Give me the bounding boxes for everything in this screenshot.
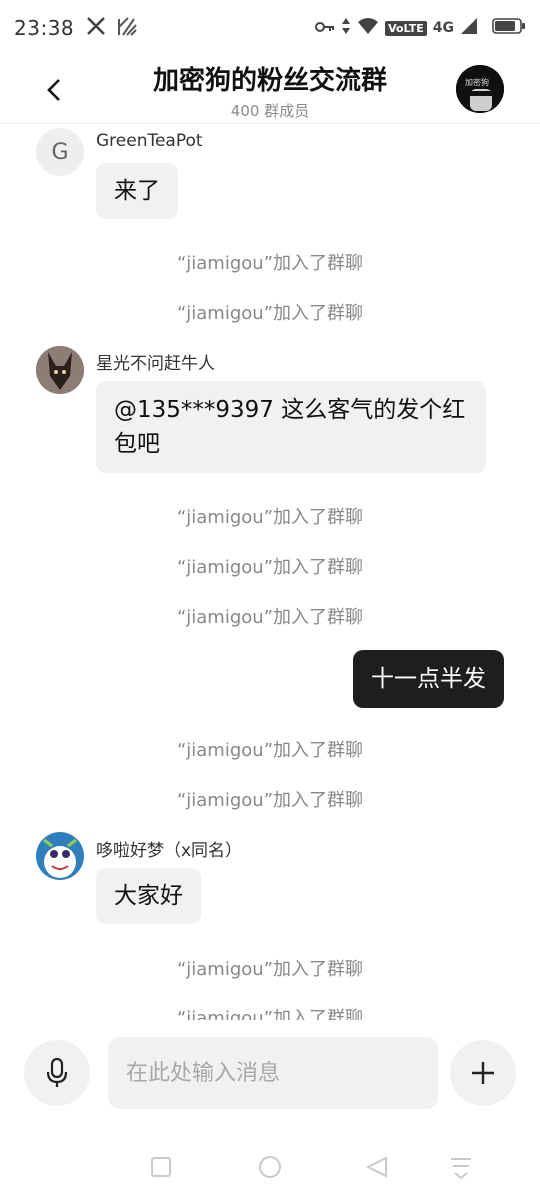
sender-name: 星光不问赶牛人 <box>96 354 215 374</box>
message-input[interactable] <box>108 1037 438 1109</box>
app-logo-icon <box>116 15 138 41</box>
avatar[interactable]: G <box>36 128 84 176</box>
square-icon <box>151 1157 171 1177</box>
avatar[interactable] <box>36 346 84 394</box>
group-avatar[interactable]: 加密狗 <box>456 65 504 113</box>
home-button[interactable] <box>255 1152 285 1182</box>
message-bubble[interactable]: @135***9397 这么客气的发个红 包吧 <box>96 381 486 473</box>
back-nav-button[interactable] <box>362 1152 392 1182</box>
data-arrows-icon <box>341 17 351 39</box>
sender-name: GreenTeaPot <box>96 131 203 151</box>
system-message: “jiamigou”加入了群聊 <box>176 790 364 811</box>
system-message: “jiamigou”加入了群聊 <box>176 959 364 980</box>
message-line: @135***9397 这么客气的发个红 <box>114 397 466 423</box>
voice-button[interactable] <box>24 1040 90 1106</box>
dog-avatar-icon <box>36 346 84 394</box>
system-nav-bar <box>0 1140 540 1199</box>
system-message: “jiamigou”加入了群聊 <box>176 740 364 761</box>
plus-icon <box>472 1062 494 1084</box>
member-count: 400 群成员 <box>230 102 310 120</box>
microphone-icon <box>46 1057 68 1087</box>
network-type: 4G <box>432 20 454 36</box>
system-message: “jiamigou”加入了群聊 <box>176 1008 364 1020</box>
wifi-icon <box>357 17 379 39</box>
recents-button[interactable] <box>146 1152 176 1182</box>
signal-icon <box>460 17 478 39</box>
avatar-letter: G <box>51 139 69 165</box>
own-message-bubble[interactable]: 十一点半发 <box>353 650 504 708</box>
chat-header: 加密狗的粉丝交流群 400 群成员 加密狗 <box>0 56 540 124</box>
sender-name: 哆啦好梦（x同名） <box>96 841 243 861</box>
message-bubble[interactable]: 大家好 <box>96 868 201 924</box>
system-message: “jiamigou”加入了群聊 <box>176 607 364 628</box>
status-bar: 23:38 VoLTE 4G <box>0 0 540 56</box>
group-avatar-text: 加密狗 <box>465 77 489 87</box>
vpn-key-icon <box>315 19 335 38</box>
cartoon-avatar-icon <box>36 832 84 880</box>
message-bubble[interactable]: 来了 <box>96 163 178 219</box>
circle-icon <box>259 1156 281 1178</box>
volte-label: VoLTE <box>385 20 427 36</box>
message-line: 包吧 <box>114 431 160 457</box>
system-message: “jiamigou”加入了群聊 <box>176 303 364 324</box>
battery-icon <box>492 17 526 39</box>
nav-menu-button[interactable] <box>446 1152 476 1182</box>
status-time: 23:38 <box>14 16 75 40</box>
system-message: “jiamigou”加入了群聊 <box>176 557 364 578</box>
input-bar <box>0 1030 540 1120</box>
message-list[interactable]: G GreenTeaPot 来了 “jiamigou”加入了群聊 “jiamig… <box>0 125 540 1020</box>
system-message: “jiamigou”加入了群聊 <box>176 507 364 528</box>
x-logo-icon <box>86 16 106 40</box>
system-message: “jiamigou”加入了群聊 <box>176 253 364 274</box>
chevron-down-icon <box>451 1158 471 1180</box>
avatar[interactable] <box>36 832 84 880</box>
triangle-back-icon <box>365 1156 387 1178</box>
add-attachment-button[interactable] <box>450 1040 516 1106</box>
